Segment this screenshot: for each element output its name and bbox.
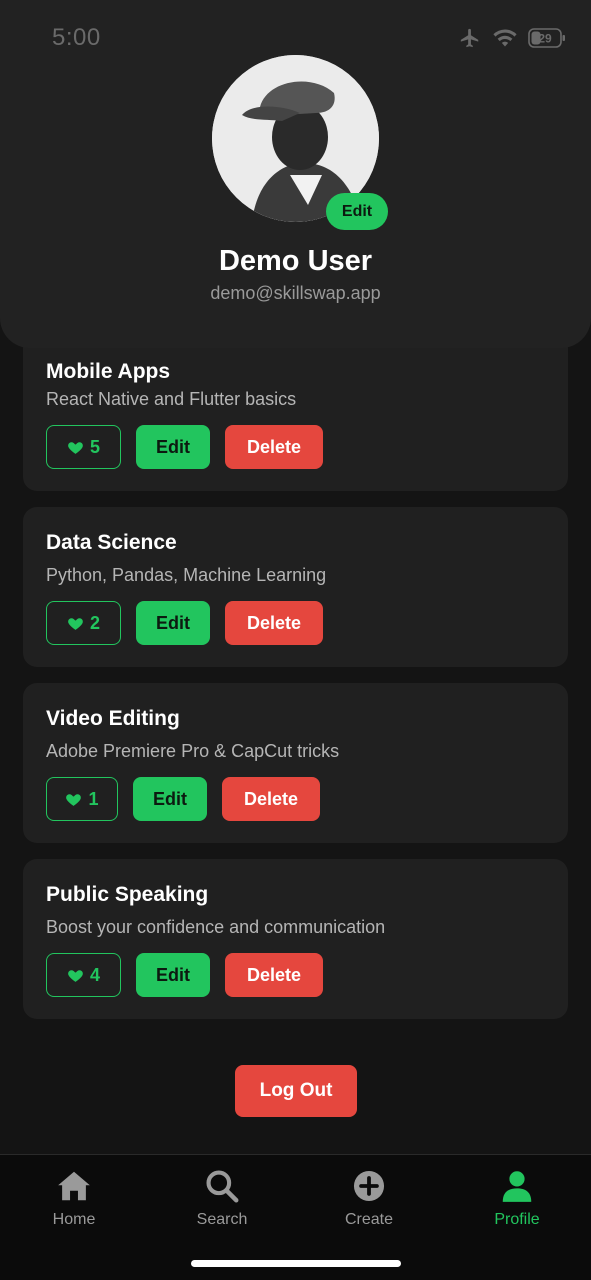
delete-skill-button[interactable]: Delete [225,425,323,469]
skill-description: Python, Pandas, Machine Learning [46,565,327,585]
edit-skill-button[interactable]: Edit [136,601,210,645]
status-icons: 29 [458,27,566,49]
skill-description: Boost your confidence and communication [46,917,386,937]
tab-label: Home [52,1211,96,1228]
tab-label: Profile [494,1211,540,1228]
delete-skill-button[interactable]: Delete [222,777,320,821]
like-count: 5 [89,436,100,457]
delete-skill-button[interactable]: Delete [225,953,323,997]
heart-icon [68,969,83,982]
wifi-icon [493,29,517,47]
like-button[interactable]: 5 [46,425,121,469]
profile-header: 5:00 29 Edit Demo User demo@skillswap.ap… [0,0,591,348]
like-count: 4 [89,964,100,985]
like-count: 1 [88,788,99,809]
skill-card: Public Speaking Boost your confidence an… [23,859,568,1019]
status-time: 5:00 [52,24,101,51]
tab-home[interactable]: Home [24,1167,124,1229]
skill-title: Mobile Apps [46,360,171,383]
user-email: demo@skillswap.app [210,283,381,303]
airplane-icon [460,28,479,48]
user-name: Demo User [218,245,373,277]
person-icon [502,1171,532,1202]
skill-card: Mobile Apps React Native and Flutter bas… [23,330,568,491]
skill-card: Data Science Python, Pandas, Machine Lea… [23,507,568,667]
edit-skill-button[interactable]: Edit [136,425,210,469]
tab-search[interactable]: Search [172,1167,272,1229]
plus-circle-icon [353,1170,385,1202]
edit-avatar-button[interactable]: Edit [326,193,388,230]
home-indicator [191,1260,401,1267]
heart-icon [68,617,83,630]
like-button[interactable]: 1 [46,777,118,821]
edit-skill-button[interactable]: Edit [136,953,210,997]
delete-skill-button[interactable]: Delete [225,601,323,645]
skill-title: Public Speaking [46,883,209,906]
tab-label: Create [344,1211,394,1228]
heart-icon [66,793,82,806]
like-button[interactable]: 4 [46,953,121,997]
tab-create[interactable]: Create [319,1167,419,1229]
battery-level: 29 [538,32,552,46]
skill-title: Video Editing [46,707,180,730]
edit-skill-button[interactable]: Edit [133,777,207,821]
tab-profile[interactable]: Profile [467,1167,567,1229]
like-button[interactable]: 2 [46,601,121,645]
heart-icon [68,441,83,454]
search-icon [206,1170,239,1203]
home-icon [58,1171,90,1201]
skill-title: Data Science [46,531,177,554]
like-count: 2 [89,612,100,633]
skill-card: Video Editing Adobe Premiere Pro & CapCu… [23,683,568,843]
tab-label: Search [196,1211,248,1228]
skill-description: Adobe Premiere Pro & CapCut tricks [46,741,340,761]
battery-icon: 29 [528,28,565,48]
logout-button[interactable]: Log Out [235,1065,357,1117]
skill-description: React Native and Flutter basics [46,389,297,409]
